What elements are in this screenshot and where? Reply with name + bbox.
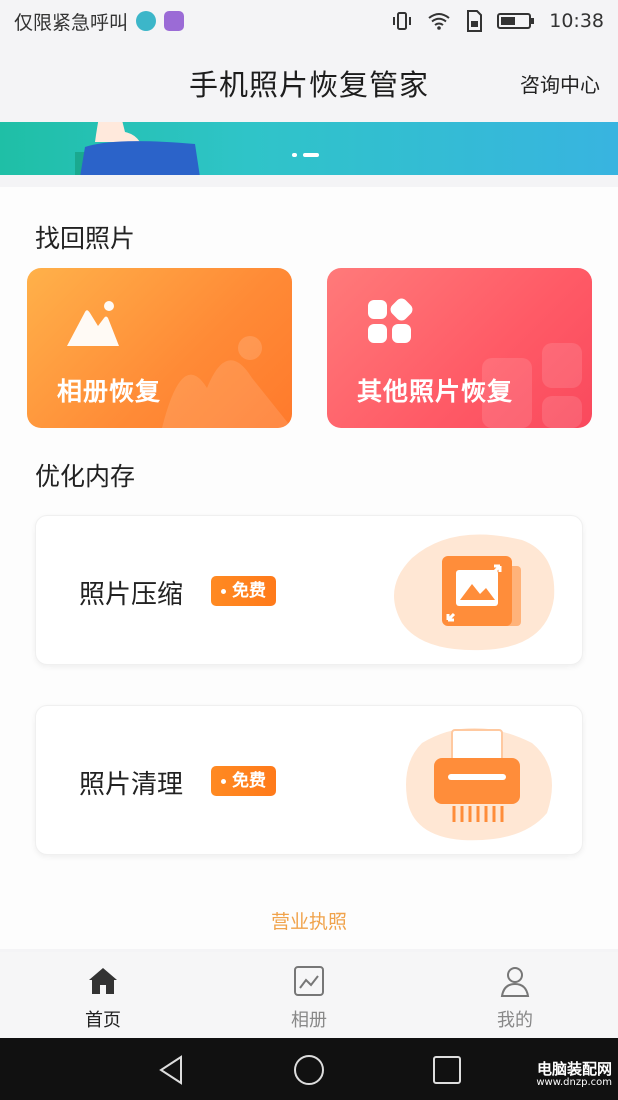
notification-app-icon-2 [164, 11, 185, 31]
recover-section-title: 找回照片 [35, 224, 136, 253]
nav-mine[interactable]: 我的 [412, 952, 618, 1038]
vibrate-icon [393, 12, 412, 30]
free-badge: 免费 [211, 766, 276, 796]
optimize-section-title: 优化内存 [35, 462, 136, 491]
watermark-url: www.dnzp.com [536, 1076, 612, 1088]
nav-home[interactable]: 首页 [0, 952, 206, 1038]
business-license-link[interactable]: 营业执照 [0, 907, 618, 934]
recents-icon[interactable] [430, 1053, 464, 1087]
nav-album[interactable]: 相册 [206, 952, 412, 1038]
photo-clean-label: 照片清理 [79, 770, 184, 800]
notification-app-icon [136, 11, 157, 31]
app-header: 手机照片恢复管家 咨询中心 [0, 42, 618, 122]
album-recovery-label: 相册恢复 [57, 377, 162, 406]
home-circle-icon[interactable] [292, 1053, 326, 1087]
banner-illustration [75, 122, 200, 175]
photo-compress-card[interactable]: 照片压缩 免费 [35, 515, 583, 665]
shredder-icon [406, 728, 552, 841]
battery-icon [497, 13, 535, 29]
bottom-nav: 首页 相册 我的 [0, 952, 618, 1038]
home-icon [89, 968, 117, 994]
album-recovery-card[interactable]: 相册恢复 [27, 268, 292, 428]
watermark: 电脑装配网 www.dnzp.com [536, 1060, 612, 1088]
user-icon [500, 967, 530, 997]
free-badge: 免费 [211, 576, 276, 606]
status-left: 仅限紧急呼叫 [14, 8, 185, 35]
photo-compress-label: 照片压缩 [79, 580, 184, 610]
clock: 10:38 [549, 10, 604, 32]
carrier-text: 仅限紧急呼叫 [14, 11, 129, 34]
card-decoration [162, 336, 292, 428]
carousel-indicator [292, 153, 319, 157]
compress-image-icon [394, 534, 555, 651]
other-photo-recovery-card[interactable]: 其他照片恢复 [327, 268, 592, 428]
mountain-icon [67, 301, 119, 346]
status-right: 10:38 [391, 10, 604, 32]
other-photo-recovery-label: 其他照片恢复 [357, 377, 514, 406]
album-icon [294, 966, 324, 996]
wifi-icon [428, 13, 450, 30]
nav-home-label: 首页 [85, 1010, 121, 1031]
nav-mine-label: 我的 [497, 1010, 533, 1031]
apps-grid-icon [368, 298, 413, 343]
main-content: 找回照片 相册恢复 其他照片恢复 优化内存 照片压缩 免费 照片清理 免费 营业… [0, 187, 618, 949]
nav-album-label: 相册 [291, 1010, 327, 1031]
photo-clean-card[interactable]: 照片清理 免费 [35, 705, 583, 855]
back-icon[interactable] [155, 1053, 189, 1087]
status-bar: 仅限紧急呼叫 10:38 [0, 0, 618, 42]
banner-carousel[interactable] [0, 122, 618, 175]
system-nav-bar [0, 1038, 618, 1100]
sim-icon [467, 10, 483, 32]
consult-center-link[interactable]: 咨询中心 [520, 69, 600, 98]
watermark-title: 电脑装配网 [536, 1060, 612, 1078]
